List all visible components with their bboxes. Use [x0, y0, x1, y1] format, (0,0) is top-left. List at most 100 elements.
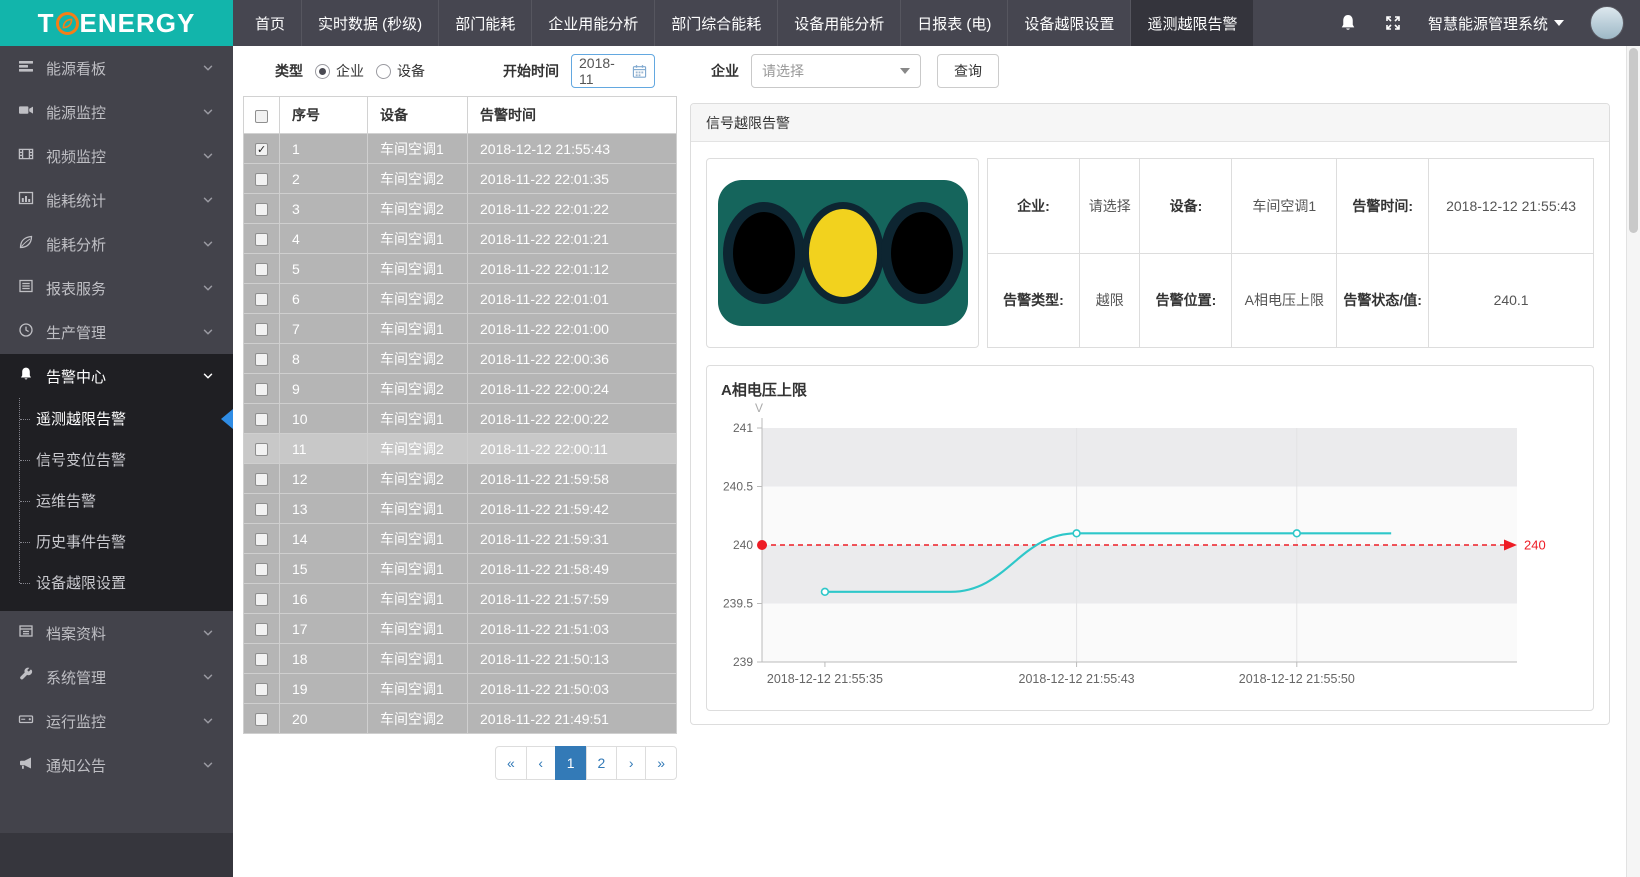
- sidebar-item-7[interactable]: 生产管理: [0, 310, 233, 354]
- row-checkbox[interactable]: [255, 203, 268, 216]
- table-row[interactable]: 10车间空调12018-11-22 22:00:22: [244, 404, 677, 434]
- row-checkbox[interactable]: [255, 323, 268, 336]
- row-checkbox[interactable]: [255, 593, 268, 606]
- nav-item-3[interactable]: 部门能耗: [438, 0, 531, 46]
- table-row[interactable]: 16车间空调12018-11-22 21:57:59: [244, 584, 677, 614]
- table-row[interactable]: 12车间空调22018-11-22 21:59:58: [244, 464, 677, 494]
- page-first[interactable]: «: [495, 746, 527, 780]
- nav-item-1[interactable]: 首页: [239, 0, 301, 46]
- sidebar-menu: 能源看板能源监控视频监控能耗统计能耗分析报表服务生产管理告警中心遥测越限告警信号…: [0, 46, 233, 787]
- row-checkbox[interactable]: [255, 683, 268, 696]
- scrollbar-thumb[interactable]: [1629, 48, 1638, 233]
- page-2[interactable]: 2: [586, 746, 618, 780]
- row-checkbox[interactable]: [255, 383, 268, 396]
- table-row[interactable]: 17车间空调12018-11-22 21:51:03: [244, 614, 677, 644]
- table-row[interactable]: 4车间空调12018-11-22 22:01:21: [244, 224, 677, 254]
- sidebar-subitem-5[interactable]: 设备越限设置: [0, 562, 233, 603]
- table-row[interactable]: 13车间空调12018-11-22 21:59:42: [244, 494, 677, 524]
- sidebar-subitem-4[interactable]: 历史事件告警: [0, 521, 233, 562]
- report-icon: [18, 278, 34, 298]
- row-checkbox[interactable]: [255, 473, 268, 486]
- sidebar-item-1[interactable]: 能源看板: [0, 46, 233, 90]
- sidebar-item-6[interactable]: 报表服务: [0, 266, 233, 310]
- row-checkbox[interactable]: [255, 173, 268, 186]
- type-radio-2[interactable]: 设备: [376, 61, 425, 81]
- page-1[interactable]: 1: [555, 746, 587, 780]
- row-checkbox[interactable]: [255, 263, 268, 276]
- nav-item-5[interactable]: 部门综合能耗: [654, 0, 777, 46]
- cell-alarm-time: 2018-11-22 21:51:03: [468, 614, 677, 644]
- table-row[interactable]: 18车间空调12018-11-22 21:50:13: [244, 644, 677, 674]
- fullscreen-icon[interactable]: [1384, 14, 1402, 32]
- row-checkbox-cell: [244, 284, 280, 314]
- sidebar-subitem-2[interactable]: 信号变位告警: [0, 439, 233, 480]
- notification-bell-icon[interactable]: [1338, 13, 1358, 33]
- nav-item-9[interactable]: 遥测越限告警: [1130, 0, 1253, 46]
- row-checkbox[interactable]: [255, 443, 268, 456]
- sidebar-item-12[interactable]: 通知公告: [0, 743, 233, 787]
- row-checkbox-cell: [244, 254, 280, 284]
- row-checkbox[interactable]: [255, 143, 268, 156]
- nav-item-7[interactable]: 日报表 (电): [900, 0, 1007, 46]
- cell-device: 车间空调1: [368, 254, 468, 284]
- sidebar-item-5[interactable]: 能耗分析: [0, 222, 233, 266]
- page-prev[interactable]: ‹: [526, 746, 556, 780]
- row-checkbox[interactable]: [255, 503, 268, 516]
- cell-device: 车间空调1: [368, 494, 468, 524]
- row-checkbox[interactable]: [255, 713, 268, 726]
- cell-device: 车间空调2: [368, 464, 468, 494]
- sidebar-block-3: 视频监控: [0, 134, 233, 178]
- svg-text:240: 240: [733, 538, 753, 552]
- start-time-label: 开始时间: [503, 61, 559, 81]
- info-value: 请选择: [1080, 159, 1140, 254]
- nav-item-6[interactable]: 设备用能分析: [777, 0, 900, 46]
- row-checkbox[interactable]: [255, 653, 268, 666]
- table-row[interactable]: 7车间空调12018-11-22 22:01:00: [244, 314, 677, 344]
- table-row[interactable]: 3车间空调22018-11-22 22:01:22: [244, 194, 677, 224]
- cell-alarm-time: 2018-11-22 22:00:11: [468, 434, 677, 464]
- system-title-dropdown[interactable]: 智慧能源管理系统: [1428, 13, 1564, 34]
- user-avatar[interactable]: [1590, 6, 1624, 40]
- sidebar-item-2[interactable]: 能源监控: [0, 90, 233, 134]
- table-row[interactable]: 6车间空调22018-11-22 22:01:01: [244, 284, 677, 314]
- table-row[interactable]: 9车间空调22018-11-22 22:00:24: [244, 374, 677, 404]
- row-checkbox[interactable]: [255, 623, 268, 636]
- row-checkbox[interactable]: [255, 413, 268, 426]
- info-value: 越限: [1080, 253, 1140, 348]
- table-row[interactable]: 19车间空调12018-11-22 21:50:03: [244, 674, 677, 704]
- row-checkbox[interactable]: [255, 533, 268, 546]
- row-checkbox[interactable]: [255, 293, 268, 306]
- sidebar-item-10[interactable]: 系统管理: [0, 655, 233, 699]
- table-row[interactable]: 2车间空调22018-11-22 22:01:35: [244, 164, 677, 194]
- table-row[interactable]: 8车间空调22018-11-22 22:00:36: [244, 344, 677, 374]
- sidebar-subitem-1[interactable]: 遥测越限告警: [0, 398, 233, 439]
- company-select[interactable]: 请选择: [751, 54, 921, 88]
- table-row[interactable]: 11车间空调22018-11-22 22:00:11: [244, 434, 677, 464]
- nav-item-4[interactable]: 企业用能分析: [531, 0, 654, 46]
- table-row[interactable]: 20车间空调22018-11-22 21:49:51: [244, 704, 677, 734]
- sidebar-item-9[interactable]: 档案资料: [0, 611, 233, 655]
- query-button[interactable]: 查询: [937, 54, 999, 88]
- nav-item-2[interactable]: 实时数据 (秒级): [301, 0, 438, 46]
- column-header: 设备: [368, 97, 468, 134]
- row-checkbox[interactable]: [255, 563, 268, 576]
- start-time-input[interactable]: 2018-11: [571, 54, 655, 88]
- sidebar-subitem-3[interactable]: 运维告警: [0, 480, 233, 521]
- table-row[interactable]: 5车间空调12018-11-22 22:01:12: [244, 254, 677, 284]
- table-row[interactable]: 1车间空调12018-12-12 21:55:43: [244, 134, 677, 164]
- sidebar-item-label: 能源监控: [46, 102, 106, 123]
- page-next[interactable]: ›: [616, 746, 646, 780]
- sidebar-item-4[interactable]: 能耗统计: [0, 178, 233, 222]
- table-row[interactable]: 15车间空调12018-11-22 21:58:49: [244, 554, 677, 584]
- sidebar-item-8[interactable]: 告警中心: [0, 354, 233, 398]
- page-last[interactable]: »: [645, 746, 677, 780]
- row-checkbox[interactable]: [255, 233, 268, 246]
- select-all-checkbox[interactable]: [255, 110, 268, 123]
- sidebar-item-11[interactable]: 运行监控: [0, 699, 233, 743]
- row-checkbox[interactable]: [255, 353, 268, 366]
- type-radio-1[interactable]: 企业: [315, 61, 364, 81]
- nav-item-8[interactable]: 设备越限设置: [1007, 0, 1130, 46]
- sidebar-subitem-label: 运维告警: [36, 490, 96, 511]
- table-row[interactable]: 14车间空调12018-11-22 21:59:31: [244, 524, 677, 554]
- sidebar-item-3[interactable]: 视频监控: [0, 134, 233, 178]
